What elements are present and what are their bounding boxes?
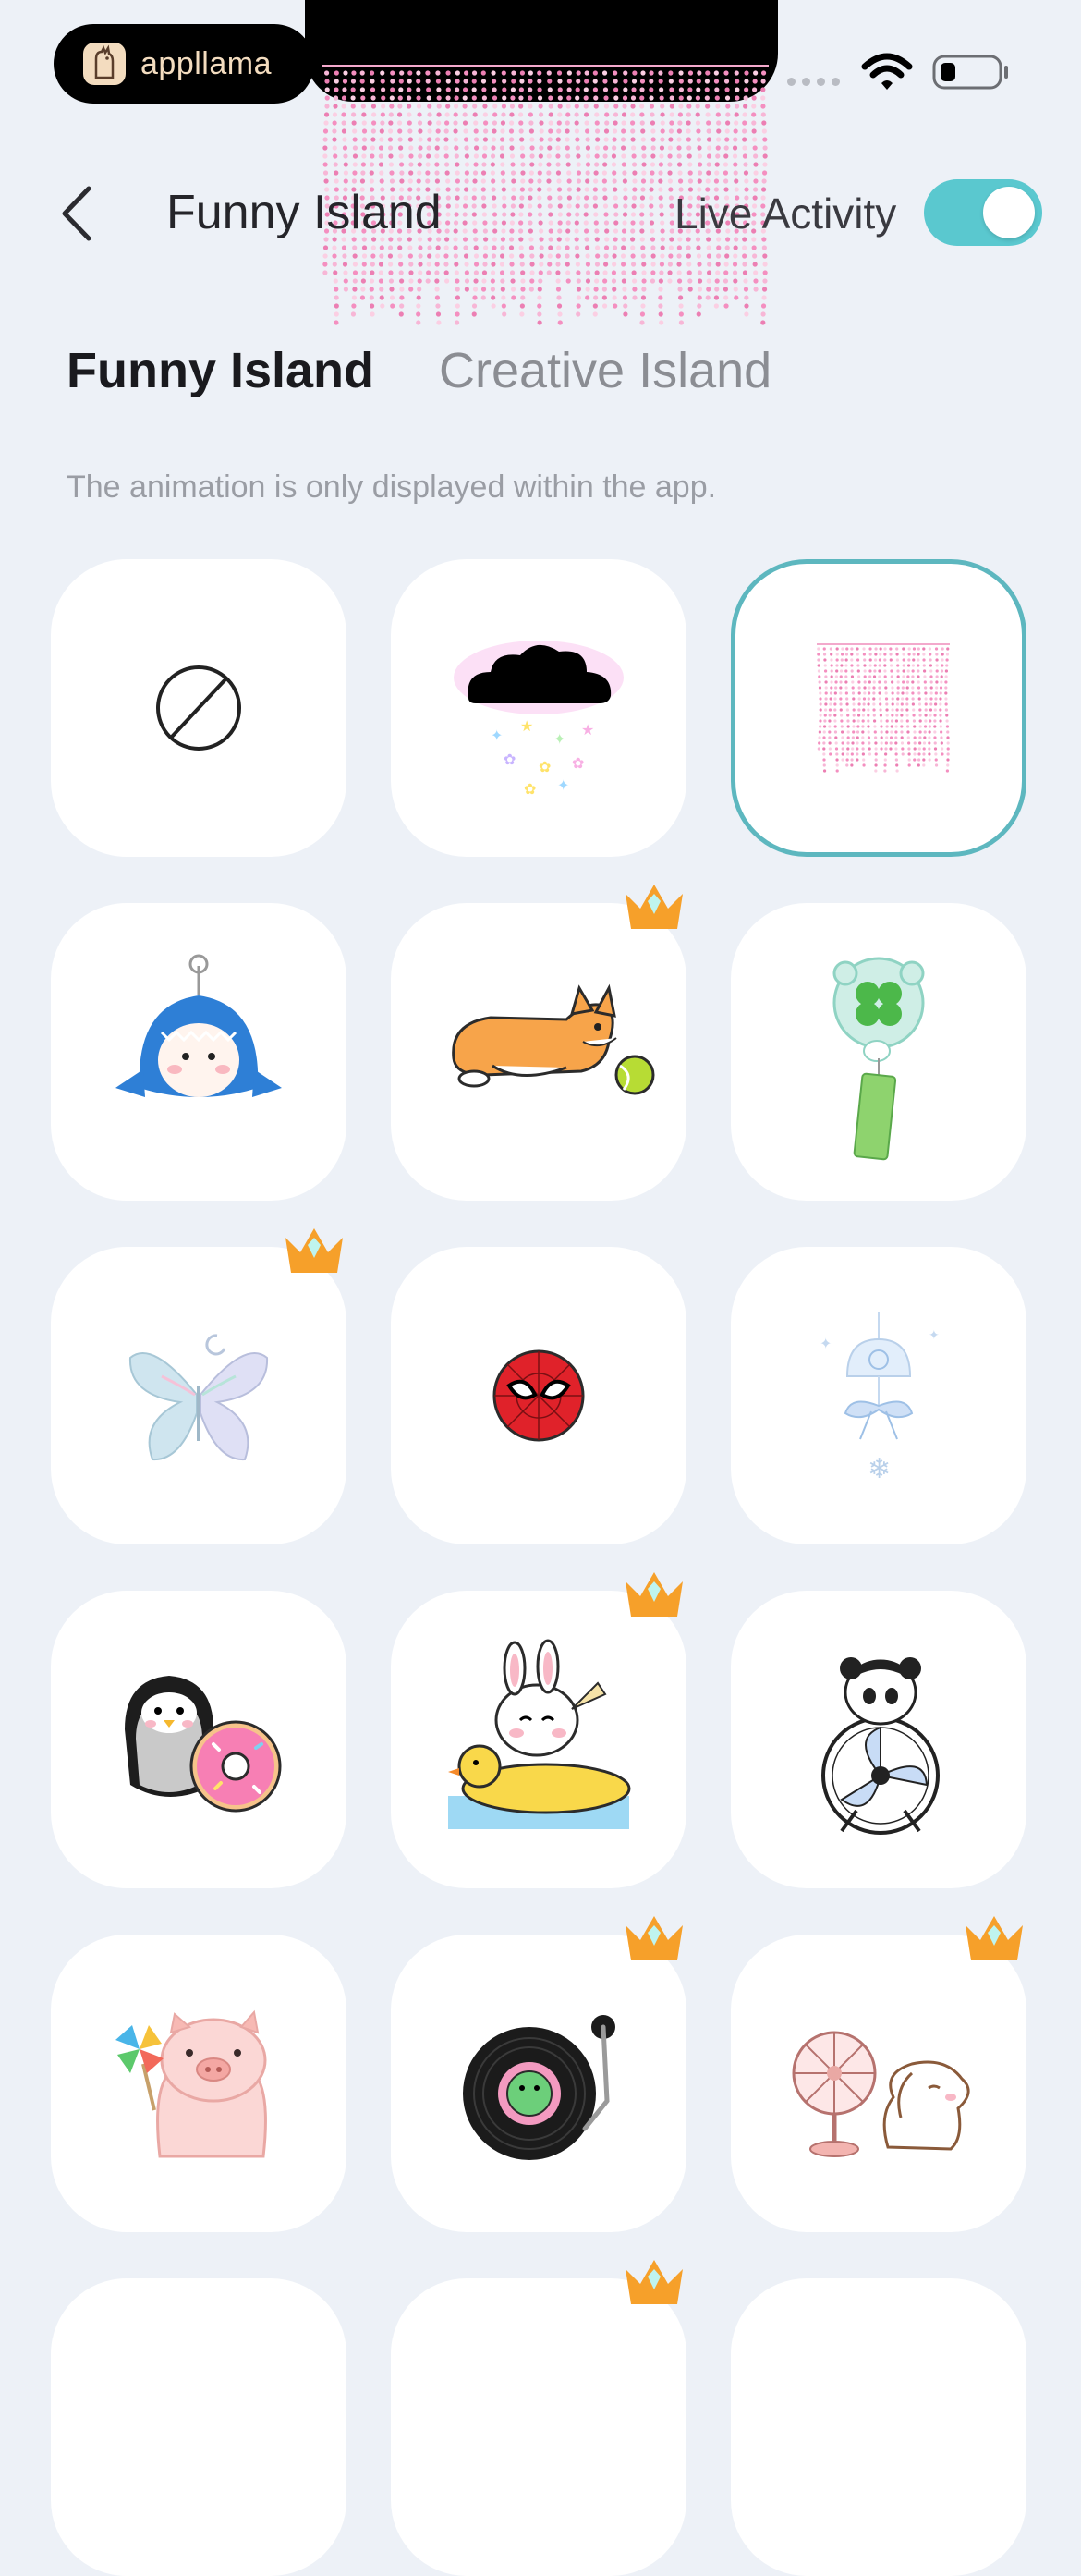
battery-icon: [932, 55, 1008, 90]
animation-card-puppy-fan[interactable]: [731, 1916, 1026, 2232]
crown-icon: [966, 1916, 1023, 1960]
pink-curtain-icon: [817, 643, 950, 773]
puppy-fan-icon: [792, 2031, 970, 2157]
animation-card-jellyfish-chime[interactable]: ❄ ✦ ✦: [731, 1247, 1026, 1544]
animation-card-none[interactable]: [51, 559, 346, 857]
back-button[interactable]: [57, 183, 103, 244]
animation-card-pig-pinwheel[interactable]: [51, 1935, 346, 2232]
svg-text:✿: ✿: [539, 758, 551, 775]
crown-icon: [626, 2260, 683, 2304]
corgi-tennis-ball-icon: [452, 983, 655, 1095]
toggle-knob: [983, 187, 1035, 238]
shark-plush-keychain-icon: [115, 954, 282, 1097]
crown-icon: [626, 885, 683, 929]
crown-icon: [626, 1916, 683, 1960]
animation-card-spider-mask[interactable]: [391, 1247, 686, 1544]
cloud-rain-stars-icon: ✦ ★ ✦ ★ ✿ ✿ ✿ ✿ ✦: [454, 641, 624, 798]
animation-card-corgi[interactable]: [391, 885, 686, 1201]
notice-text: The animation is only displayed within t…: [67, 470, 717, 505]
animation-card-panda-fan[interactable]: [731, 1591, 1026, 1888]
svg-text:❄: ❄: [868, 1453, 891, 1485]
crown-icon: [285, 1228, 343, 1273]
svg-text:✿: ✿: [524, 780, 536, 798]
brand-name: appllama: [140, 45, 272, 81]
animation-card-clover-chime[interactable]: [731, 903, 1026, 1201]
animation-card-partial-3[interactable]: [731, 2278, 1026, 2576]
appllama-logo-icon: [83, 43, 126, 85]
none-icon: [156, 665, 241, 751]
bunny-duck-float-icon: [448, 1639, 631, 1829]
animation-card-partial-1[interactable]: [51, 2278, 346, 2576]
panda-fan-icon: [821, 1657, 940, 1835]
tab-creative-island[interactable]: Creative Island: [439, 342, 771, 399]
animation-card-pink-curtain[interactable]: [731, 559, 1026, 857]
animation-card-shark-plush[interactable]: [51, 903, 346, 1201]
live-activity-toggle[interactable]: [924, 179, 1042, 246]
animation-card-crystal-butterfly[interactable]: [51, 1228, 346, 1544]
animation-card-bunny-duck[interactable]: [391, 1572, 686, 1888]
jellyfish-wind-chime-icon: ❄ ✦ ✦: [820, 1312, 940, 1485]
wifi-icon: [861, 53, 913, 90]
clover-wind-chime-icon: [832, 957, 925, 1161]
svg-text:✦: ✦: [929, 1328, 940, 1343]
animation-card-partial-2[interactable]: [391, 2260, 686, 2576]
svg-text:✦: ✦: [557, 776, 569, 794]
chevron-left-icon: [62, 186, 91, 241]
animation-card-penguin-donut[interactable]: [51, 1591, 346, 1888]
crystal-butterfly-icon: [128, 1334, 269, 1461]
svg-text:✦: ✦: [491, 726, 503, 744]
crown-icon: [626, 1572, 683, 1617]
spider-mask-icon: [492, 1349, 585, 1442]
animation-card-frog-vinyl[interactable]: [391, 1916, 686, 2232]
frog-vinyl-record-icon: [463, 2015, 615, 2160]
svg-text:✦: ✦: [820, 1335, 832, 1352]
tab-funny-island[interactable]: Funny Island: [67, 342, 374, 399]
signal-dots-icon: [787, 78, 840, 86]
svg-text:★: ★: [581, 721, 594, 739]
live-activity-label: Live Activity: [674, 189, 897, 238]
svg-text:✦: ✦: [553, 730, 565, 748]
page-title: Funny Island: [166, 186, 442, 239]
pig-pinwheel-icon: [115, 2009, 267, 2158]
svg-text:★: ★: [520, 717, 533, 735]
brand-pill: appllama: [54, 24, 314, 104]
svg-text:✿: ✿: [504, 751, 516, 768]
animation-card-cloud-rain[interactable]: ✦ ★ ✦ ★ ✿ ✿ ✿ ✿ ✦: [391, 559, 686, 857]
penguin-donut-icon: [125, 1676, 282, 1813]
svg-text:✿: ✿: [572, 754, 584, 772]
